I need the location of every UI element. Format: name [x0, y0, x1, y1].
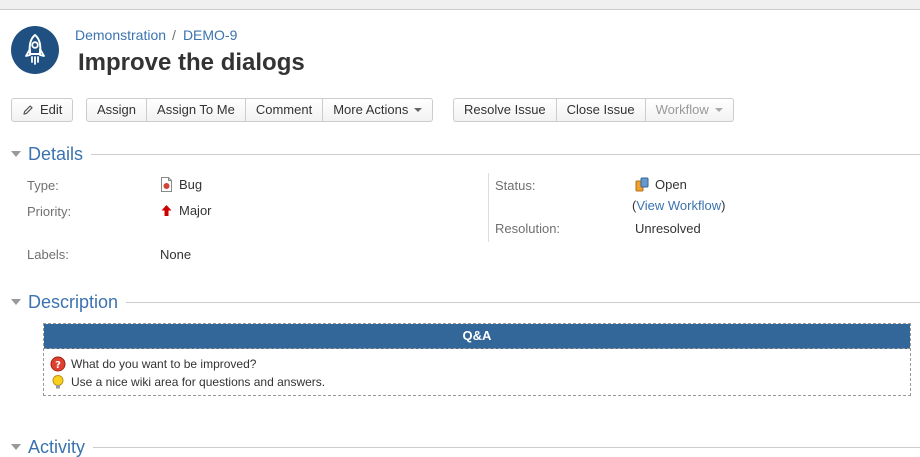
- section-divider: [28, 447, 920, 448]
- description-section-header[interactable]: Description: [11, 292, 920, 312]
- qa-panel-title: Q&A: [44, 324, 910, 349]
- status-open-icon: [635, 177, 649, 192]
- qa-question: ? What do you want to be improved?: [44, 355, 910, 373]
- collapse-triangle-icon: [11, 151, 21, 157]
- priority-text: Major: [179, 203, 212, 218]
- status-label: Status:: [495, 178, 536, 193]
- qa-answer-text: Use a nice wiki area for questions and a…: [71, 375, 326, 389]
- status-value: Open: [635, 177, 687, 192]
- section-divider: [28, 302, 920, 303]
- view-workflow-link[interactable]: View Workflow: [636, 198, 721, 213]
- action-button-group: Assign Assign To Me Comment More Actions: [86, 98, 434, 122]
- status-text: Open: [655, 177, 687, 192]
- breadcrumb-separator: /: [172, 27, 176, 43]
- view-workflow: (View Workflow): [632, 198, 725, 213]
- type-label: Type:: [27, 178, 59, 193]
- labels-label: Labels:: [27, 247, 69, 262]
- qa-panel: Q&A ? What do you want to be improved? U…: [43, 323, 911, 396]
- edit-button-label: Edit: [40, 102, 63, 117]
- priority-value: Major: [160, 203, 212, 218]
- details-heading: Details: [28, 144, 92, 164]
- section-divider: [28, 154, 920, 155]
- view-workflow-close-paren: ): [721, 198, 726, 213]
- qa-answer: Use a nice wiki area for questions and a…: [44, 373, 910, 391]
- type-text: Bug: [179, 177, 203, 192]
- comment-button[interactable]: Comment: [246, 99, 324, 121]
- resolution-label: Resolution:: [495, 221, 561, 236]
- activity-section-header[interactable]: Activity: [11, 437, 920, 457]
- workflow-button[interactable]: Workflow: [646, 99, 733, 121]
- resolve-issue-button[interactable]: Resolve Issue: [454, 99, 557, 121]
- assign-button[interactable]: Assign: [87, 99, 148, 121]
- more-actions-label: More Actions: [333, 102, 409, 117]
- activity-heading: Activity: [28, 437, 94, 457]
- resolution-value: Unresolved: [635, 221, 701, 236]
- priority-major-icon: [160, 204, 173, 217]
- svg-text:?: ?: [55, 360, 61, 371]
- chevron-down-icon: [414, 108, 423, 112]
- collapse-triangle-icon: [11, 299, 21, 305]
- project-avatar[interactable]: [11, 26, 59, 74]
- type-value: Bug: [160, 177, 202, 192]
- edit-button[interactable]: Edit: [12, 99, 72, 121]
- collapse-triangle-icon: [11, 444, 21, 450]
- breadcrumb-issue-link[interactable]: DEMO-9: [183, 27, 237, 43]
- top-bar: [0, 0, 920, 10]
- bug-icon: [160, 177, 173, 192]
- description-heading: Description: [28, 292, 127, 312]
- details-section-header[interactable]: Details: [11, 144, 920, 164]
- more-actions-button[interactable]: More Actions: [323, 99, 432, 121]
- workflow-label: Workflow: [655, 102, 709, 117]
- close-issue-button[interactable]: Close Issue: [557, 99, 646, 121]
- details-column-divider: [488, 173, 489, 242]
- priority-label: Priority:: [27, 204, 72, 219]
- labels-value: None: [160, 247, 192, 262]
- lightbulb-icon: [50, 374, 66, 390]
- qa-question-text: What do you want to be improved?: [71, 357, 257, 371]
- assign-to-me-button[interactable]: Assign To Me: [147, 99, 246, 121]
- pencil-icon: [22, 104, 34, 116]
- question-icon: ?: [50, 356, 66, 372]
- workflow-button-group: Resolve Issue Close Issue Workflow: [453, 98, 734, 122]
- breadcrumb: Demonstration / DEMO-9: [75, 27, 237, 43]
- page-title: Improve the dialogs: [78, 49, 305, 76]
- edit-button-group: Edit: [11, 98, 74, 122]
- breadcrumb-project-link[interactable]: Demonstration: [75, 27, 166, 43]
- rocket-icon: [25, 33, 45, 65]
- chevron-down-icon: [714, 108, 723, 112]
